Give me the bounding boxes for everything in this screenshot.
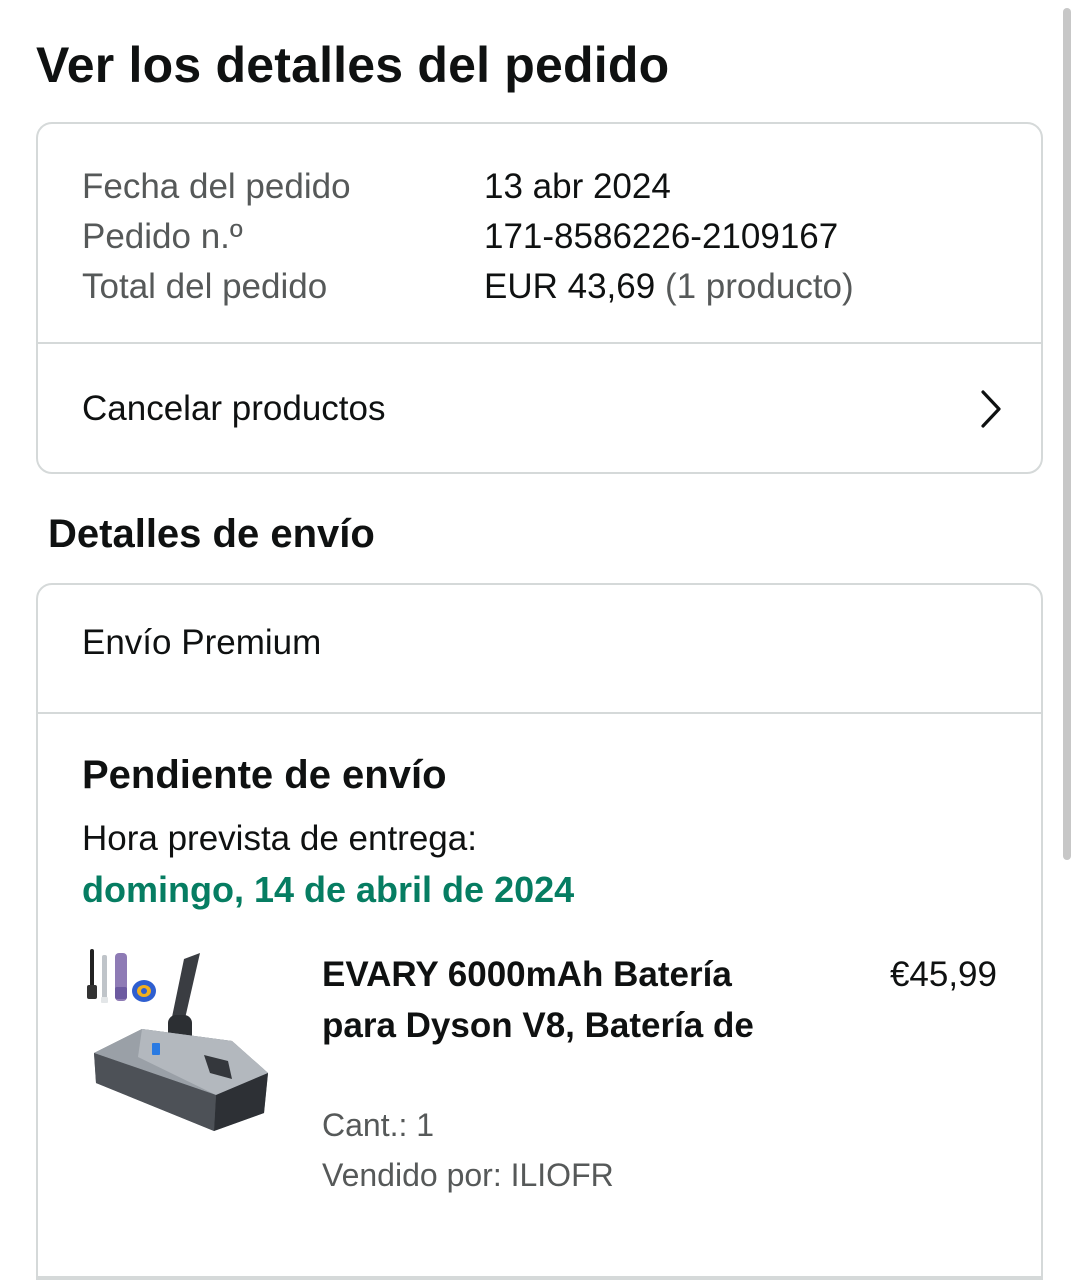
shipment-status-title: Pendiente de envío [82, 753, 447, 797]
delivery-estimate-date: domingo, 14 de abril de 2024 [82, 869, 575, 910]
product-price: €45,99 [889, 955, 997, 994]
order-total-amount: EUR 43,69 [484, 267, 656, 306]
order-date-value: 13 abr 2024 [484, 167, 671, 206]
order-total-value: EUR 43,69 (1 producto) [484, 267, 854, 307]
vacuum-battery-product-image[interactable] [82, 945, 272, 1145]
shipping-method: Envío Premium [82, 623, 322, 662]
product-quantity: Cant.: 1 [322, 1107, 435, 1143]
product-seller: Vendido por: ILIOFR [322, 1157, 614, 1193]
bottom-divider [36, 1276, 1043, 1280]
page-title: Ver los detalles del pedido [36, 37, 670, 93]
order-total-items: (1 producto) [664, 267, 854, 306]
order-number-value: 171-8586226-2109167 [484, 217, 839, 256]
order-number-row: Pedido n.º 171-8586226-2109167 [82, 212, 1041, 262]
chevron-right-icon [981, 390, 1001, 428]
order-summary-card: Fecha del pedido 13 abr 2024 Pedido n.º … [36, 122, 1043, 474]
cancel-products-label: Cancelar productos [82, 389, 386, 428]
shipping-section-title: Detalles de envío [48, 512, 375, 556]
product-title-link[interactable]: EVARY 6000mAh Batería para Dyson V8, Bat… [322, 949, 782, 1051]
order-total-label: Total del pedido [82, 267, 328, 306]
delivery-estimate-label: Hora prevista de entrega: [82, 819, 477, 858]
page-scrollbar[interactable] [1063, 8, 1071, 860]
shipping-card: Envío Premium Pendiente de envío Hora pr… [36, 583, 1043, 1280]
order-number-label: Pedido n.º [82, 217, 243, 256]
order-date-row: Fecha del pedido 13 abr 2024 [82, 162, 1041, 212]
order-details-page: Ver los detalles del pedido Fecha del pe… [0, 0, 1079, 1280]
shipping-divider [38, 712, 1041, 714]
order-total-row: Total del pedido EUR 43,69 (1 producto) [82, 262, 1041, 312]
order-summary-rows: Fecha del pedido 13 abr 2024 Pedido n.º … [38, 124, 1041, 312]
order-date-label: Fecha del pedido [82, 167, 351, 206]
cancel-products-button[interactable]: Cancelar productos [38, 344, 1041, 474]
